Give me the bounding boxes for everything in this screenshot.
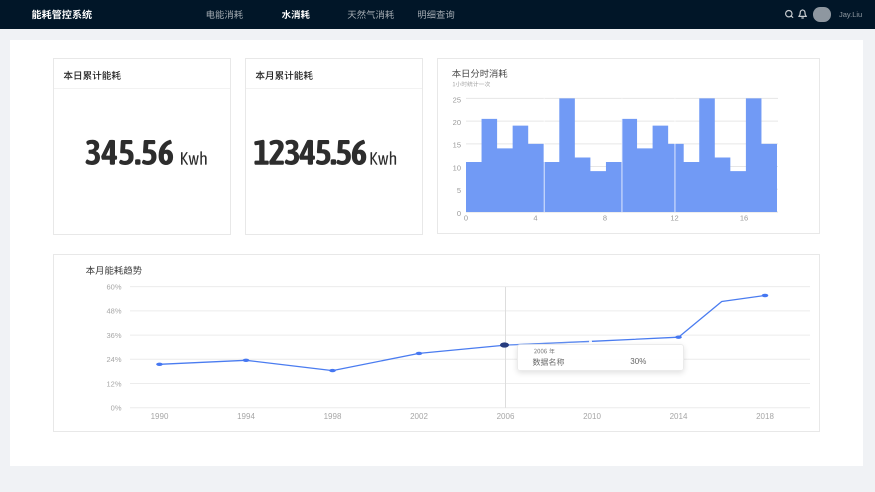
svg-text:30%: 30% xyxy=(630,357,646,366)
svg-text:Jay.Liu: Jay.Liu xyxy=(839,10,862,19)
